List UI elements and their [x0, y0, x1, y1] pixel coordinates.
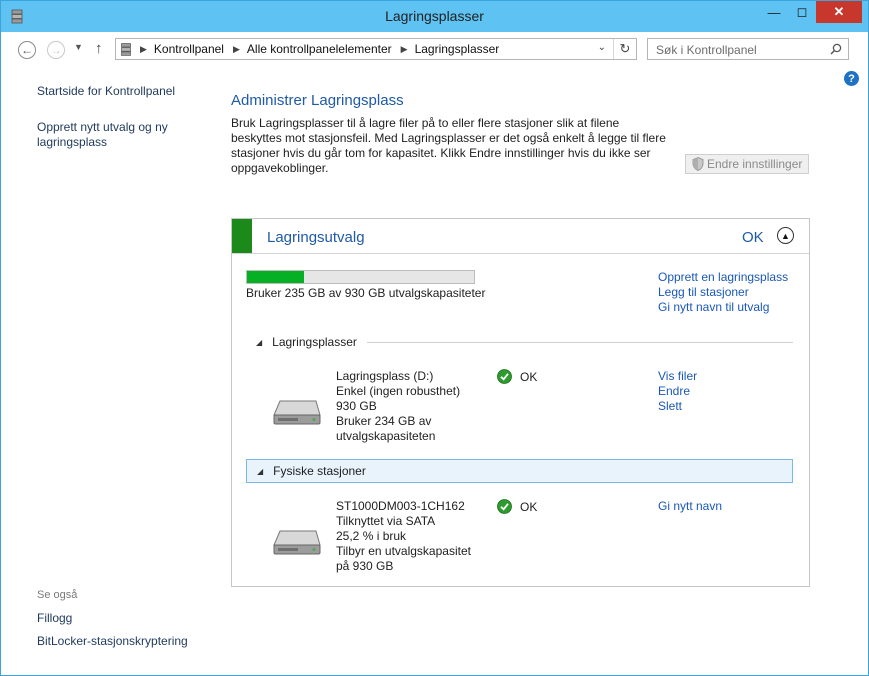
physical-drives-section-header[interactable]: ◢ Fysiske stasjoner — [246, 459, 793, 483]
storage-pool-header: Lagringsutvalg OK ▲ — [232, 219, 809, 254]
breadcrumb-item[interactable]: Alle kontrollpanelelementer — [247, 42, 392, 56]
back-arrow-icon: ← — [21, 43, 33, 57]
divider — [366, 341, 793, 343]
page-description: Bruk Lagringsplasser til å lagre filer p… — [231, 116, 666, 175]
sidebar-link-create-pool[interactable]: Opprett nytt utvalg og ny lagringsplass — [37, 120, 197, 150]
uac-shield-icon — [692, 157, 704, 171]
status-text: OK — [520, 369, 538, 384]
create-storage-space-link[interactable]: Opprett en lagringsplass — [658, 270, 788, 285]
chevron-down-icon: ⌄ — [597, 42, 606, 53]
minimize-icon: — — [767, 4, 781, 20]
navigation-bar: ← → ▼ ↑ ▶ Kontrollpanel ▶ Alle kontrollp… — [1, 32, 868, 68]
physical-drive-actions: Gi nytt navn — [658, 499, 722, 514]
change-settings-button[interactable]: Endre innstillinger — [685, 154, 809, 174]
drive-capacity: Tilbyr en utvalgskapasitet — [336, 544, 471, 558]
green-check-icon — [497, 369, 512, 384]
maximize-button[interactable]: ◻ — [788, 1, 816, 23]
section-label: Lagringsplasser — [272, 335, 357, 349]
pool-usage-text: Bruker 235 GB av 930 GB utvalgskapasitet… — [246, 286, 486, 300]
add-drives-link[interactable]: Legg til stasjoner — [658, 285, 788, 300]
hard-drive-icon — [273, 530, 321, 555]
title-bar[interactable]: Lagringsplasser — ◻ ✕ — [1, 1, 868, 32]
drive-connection: Tilknyttet via SATA — [336, 514, 436, 528]
storage-space-actions: Vis filer Endre Slett — [658, 369, 697, 414]
help-icon[interactable]: ? — [844, 71, 859, 86]
breadcrumb-item[interactable]: Lagringsplasser — [415, 42, 500, 56]
address-dropdown-button[interactable]: ⌄ — [598, 42, 606, 53]
pool-health-indicator — [232, 219, 252, 253]
close-button[interactable]: ✕ — [816, 1, 862, 23]
sidebar-link-control-panel-home[interactable]: Startside for Kontrollpanel — [37, 84, 175, 99]
page-title: Administrer Lagringsplass — [231, 92, 404, 109]
section-label: Fysiske stasjoner — [273, 464, 366, 478]
address-bar[interactable]: ▶ Kontrollpanel ▶ Alle kontrollpanelelem… — [115, 38, 637, 60]
minimize-button[interactable]: — — [760, 1, 788, 23]
rename-pool-link[interactable]: Gi nytt navn til utvalg — [658, 300, 788, 315]
storage-spaces-icon — [121, 42, 131, 56]
chevron-right-icon[interactable]: ▶ — [401, 44, 408, 55]
breadcrumb-item[interactable]: Kontrollpanel — [154, 42, 224, 56]
storage-space-details: Lagringsplass (D:) Enkel (ingen robusthe… — [336, 369, 460, 444]
change-settings-label: Endre innstillinger — [707, 157, 803, 171]
storage-space-usage-cont: utvalgskapasiteten — [336, 429, 436, 443]
storage-space-size: 930 GB — [336, 399, 377, 413]
storage-pool-title: Lagringsutvalg — [267, 229, 365, 246]
pool-usage-progress-bar — [246, 270, 475, 284]
up-arrow-icon: ↑ — [95, 40, 103, 57]
up-button[interactable]: ↑ — [95, 40, 103, 57]
sidebar-link-file-history[interactable]: Fillogg — [37, 611, 72, 626]
search-input[interactable] — [648, 39, 828, 61]
window-title: Lagringsplasser — [385, 8, 484, 24]
window: Lagringsplasser — ◻ ✕ ← → ▼ ↑ ▶ Kontroll… — [0, 0, 869, 676]
expand-triangle-icon: ◢ — [257, 466, 264, 476]
pool-usage-progress-fill — [247, 271, 305, 283]
back-button[interactable]: ← — [18, 41, 36, 59]
forward-arrow-icon: → — [50, 43, 62, 57]
drive-usage: 25,2 % i bruk — [336, 529, 407, 543]
expand-triangle-icon: ◢ — [256, 337, 263, 347]
drive-capacity-cont: på 930 GB — [336, 559, 394, 573]
chevron-down-icon: ▼ — [74, 42, 83, 52]
see-also-label: Se også — [37, 589, 78, 601]
refresh-icon: ↻ — [619, 41, 631, 56]
pool-actions: Opprett en lagringsplass Legg til stasjo… — [658, 270, 788, 315]
view-files-link[interactable]: Vis filer — [658, 369, 697, 384]
physical-drive-status: OK — [497, 499, 537, 514]
hard-drive-icon — [273, 400, 321, 425]
collapse-button[interactable]: ▲ — [777, 227, 794, 244]
storage-space-name: Lagringsplass (D:) — [336, 369, 434, 383]
close-icon: ✕ — [833, 4, 845, 19]
maximize-icon: ◻ — [796, 4, 808, 19]
drive-model: ST1000DM003-1CH162 — [336, 499, 465, 513]
breadcrumb: ▶ Kontrollpanel ▶ Alle kontrollpanelelem… — [131, 42, 499, 56]
rename-drive-link[interactable]: Gi nytt navn — [658, 499, 722, 514]
storage-space-usage: Bruker 234 GB av — [336, 414, 432, 428]
search-icon[interactable] — [830, 43, 842, 55]
storage-space-status: OK — [497, 369, 537, 384]
refresh-button[interactable]: ↻ — [613, 39, 636, 59]
sidebar-link-bitlocker[interactable]: BitLocker-stasjonskryptering — [37, 634, 188, 649]
physical-drive-details: ST1000DM003-1CH162 Tilknyttet via SATA 2… — [336, 499, 471, 574]
status-text: OK — [520, 499, 538, 514]
storage-space-resiliency: Enkel (ingen robusthet) — [336, 384, 461, 398]
change-link[interactable]: Endre — [658, 384, 697, 399]
chevron-up-icon: ▲ — [781, 230, 790, 241]
storage-pool-status: OK — [742, 229, 764, 246]
storage-spaces-section-header[interactable]: ◢ Lagringsplasser — [246, 330, 793, 354]
chevron-right-icon[interactable]: ▶ — [233, 44, 240, 55]
storage-pool-panel: Lagringsutvalg OK ▲ Bruker 235 GB av 930… — [231, 218, 810, 587]
search-box — [647, 38, 849, 61]
green-check-icon — [497, 499, 512, 514]
delete-link[interactable]: Slett — [658, 399, 697, 414]
recent-locations-button[interactable]: ▼ — [74, 42, 83, 52]
chevron-right-icon[interactable]: ▶ — [140, 44, 147, 55]
forward-button[interactable]: → — [47, 41, 65, 59]
